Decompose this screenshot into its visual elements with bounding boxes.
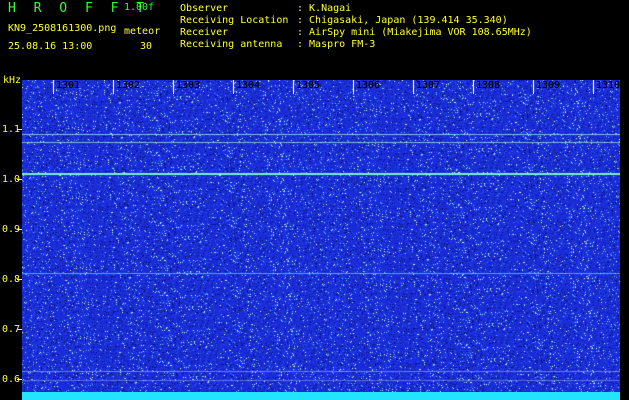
info-label-location: Receiving Location bbox=[180, 15, 289, 26]
x-tick-1310: 1310 bbox=[596, 80, 621, 91]
info-label-receiver: Receiver bbox=[180, 27, 229, 38]
info-value-receiver: : AirSpy mini (Miakejima VOR 108.65MHz) bbox=[297, 27, 532, 38]
x-tick-mark bbox=[413, 80, 414, 94]
x-tick-mark bbox=[593, 80, 594, 94]
x-tick-1309: 1309 bbox=[536, 80, 561, 91]
spectrogram-canvas bbox=[22, 80, 620, 400]
x-tick-mark bbox=[353, 80, 354, 94]
x-tick-mark bbox=[473, 80, 474, 94]
info-value-observer: : K.Nagai bbox=[297, 3, 352, 14]
x-tick-1307: 1307 bbox=[416, 80, 441, 91]
x-tick-mark bbox=[233, 80, 234, 94]
info-value-location: : Chigasaki, Japan (139.414 35.340) bbox=[297, 15, 508, 26]
noise-floor-band bbox=[22, 392, 620, 400]
x-tick-mark bbox=[293, 80, 294, 94]
version-label: 1.00f bbox=[124, 2, 155, 13]
x-tick-1306: 1306 bbox=[356, 80, 381, 91]
x-tick-mark bbox=[113, 80, 114, 94]
info-label-observer: Observer bbox=[180, 3, 229, 14]
x-tick-1304: 1304 bbox=[236, 80, 261, 91]
header-panel: H R O F F T 1.00f KN9_2508161300.png met… bbox=[0, 0, 629, 74]
x-tick-1305: 1305 bbox=[296, 80, 321, 91]
meteor-count: 30 bbox=[140, 41, 153, 52]
x-tick-mark bbox=[53, 80, 54, 94]
x-tick-mark bbox=[173, 80, 174, 94]
x-tick-1308: 1308 bbox=[476, 80, 501, 91]
x-tick-mark bbox=[533, 80, 534, 94]
datetime-label: 25.08.16 13:00 bbox=[8, 41, 93, 52]
spectrogram-plot bbox=[22, 80, 620, 400]
meteor-label: meteor bbox=[124, 26, 161, 37]
info-label-antenna: Receiving antenna bbox=[180, 39, 283, 50]
filename-label: KN9_2508161300.png bbox=[8, 23, 117, 34]
info-value-antenna: : Maspro FM-3 bbox=[297, 39, 376, 50]
x-tick-1301: 1301 bbox=[56, 80, 81, 91]
x-tick-1302: 1302 bbox=[116, 80, 141, 91]
y-axis-unit: kHz bbox=[3, 75, 22, 86]
x-tick-1303: 1303 bbox=[176, 80, 201, 91]
right-margin bbox=[620, 80, 629, 400]
